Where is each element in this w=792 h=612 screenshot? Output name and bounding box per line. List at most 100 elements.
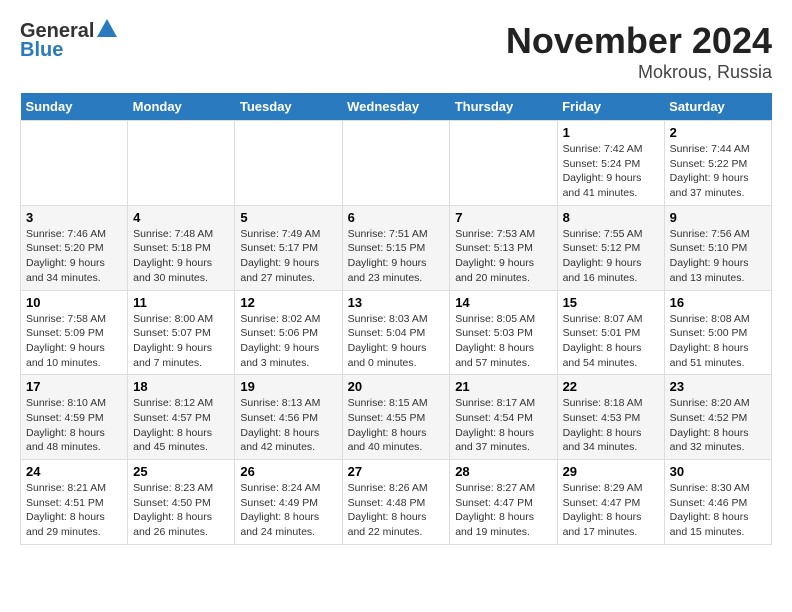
- day-info: Sunrise: 8:13 AM Sunset: 4:56 PM Dayligh…: [240, 397, 320, 453]
- day-number: 22: [563, 379, 659, 394]
- calendar-week-row: 3Sunrise: 7:46 AM Sunset: 5:20 PM Daylig…: [21, 205, 772, 290]
- day-info: Sunrise: 8:21 AM Sunset: 4:51 PM Dayligh…: [26, 482, 106, 538]
- day-info: Sunrise: 8:30 AM Sunset: 4:46 PM Dayligh…: [670, 482, 750, 538]
- calendar-cell: 19Sunrise: 8:13 AM Sunset: 4:56 PM Dayli…: [235, 375, 342, 460]
- day-number: 21: [455, 379, 551, 394]
- calendar-table: Sunday Monday Tuesday Wednesday Thursday…: [20, 93, 772, 545]
- day-info: Sunrise: 8:12 AM Sunset: 4:57 PM Dayligh…: [133, 397, 213, 453]
- day-info: Sunrise: 7:53 AM Sunset: 5:13 PM Dayligh…: [455, 228, 535, 284]
- day-info: Sunrise: 7:51 AM Sunset: 5:15 PM Dayligh…: [348, 228, 428, 284]
- day-info: Sunrise: 7:46 AM Sunset: 5:20 PM Dayligh…: [26, 228, 106, 284]
- day-number: 9: [670, 210, 766, 225]
- calendar-cell: [235, 121, 342, 206]
- calendar-cell: 28 Sunrise: 8:27 AM Sunset: 4:47 PM Dayli…: [450, 460, 557, 545]
- calendar-cell: 10 Sunrise: 7:58 AM Sunset: 5:09 PM Dayli…: [21, 290, 128, 375]
- logo-blue: Blue: [20, 39, 63, 62]
- calendar-cell: 24 Sunrise: 8:21 AM Sunset: 4:51 PM Dayli…: [21, 460, 128, 545]
- calendar-cell: 9 Sunrise: 7:56 AM Sunset: 5:10 PM Daylig…: [664, 205, 771, 290]
- page-header: General Blue November 2024 Mokrous, Russ…: [20, 20, 772, 83]
- calendar-cell: [342, 121, 450, 206]
- calendar-cell: 4Sunrise: 7:48 AM Sunset: 5:18 PM Daylig…: [128, 205, 235, 290]
- calendar-cell: 20 Sunrise: 8:15 AM Sunset: 4:55 PM Dayli…: [342, 375, 450, 460]
- header-tuesday: Tuesday: [235, 93, 342, 121]
- day-info: Sunrise: 8:15 AM Sunset: 4:55 PM Dayligh…: [348, 397, 428, 453]
- day-info: Sunrise: 8:02 AM Sunset: 5:06 PM Dayligh…: [240, 313, 320, 369]
- day-info: Sunrise: 7:48 AM Sunset: 5:18 PM Dayligh…: [133, 228, 213, 284]
- day-number: 13: [348, 295, 445, 310]
- day-info: Sunrise: 8:18 AM Sunset: 4:53 PM Dayligh…: [563, 397, 643, 453]
- day-info: Sunrise: 7:56 AM Sunset: 5:10 PM Dayligh…: [670, 228, 750, 284]
- page-title: November 2024: [506, 20, 772, 62]
- calendar-cell: 8 Sunrise: 7:55 AM Sunset: 5:12 PM Daylig…: [557, 205, 664, 290]
- day-info: Sunrise: 8:27 AM Sunset: 4:47 PM Dayligh…: [455, 482, 535, 538]
- calendar-cell: 22 Sunrise: 8:18 AM Sunset: 4:53 PM Dayli…: [557, 375, 664, 460]
- header-friday: Friday: [557, 93, 664, 121]
- day-number: 5: [240, 210, 336, 225]
- calendar-cell: 18 Sunrise: 8:12 AM Sunset: 4:57 PM Dayli…: [128, 375, 235, 460]
- day-info: Sunrise: 8:26 AM Sunset: 4:48 PM Dayligh…: [348, 482, 428, 538]
- day-info: Sunrise: 7:44 AM Sunset: 5:22 PM Dayligh…: [670, 143, 750, 199]
- day-number: 2: [670, 125, 766, 140]
- calendar-cell: 29 Sunrise: 8:29 AM Sunset: 4:47 PM Dayli…: [557, 460, 664, 545]
- day-number: 10: [26, 295, 122, 310]
- logo-triangle: [97, 19, 117, 37]
- calendar-cell: 15 Sunrise: 8:07 AM Sunset: 5:01 PM Dayli…: [557, 290, 664, 375]
- day-number: 28: [455, 464, 551, 479]
- day-info: Sunrise: 8:00 AM Sunset: 5:07 PM Dayligh…: [133, 313, 213, 369]
- calendar-cell: 30Sunrise: 8:30 AM Sunset: 4:46 PM Dayli…: [664, 460, 771, 545]
- day-info: Sunrise: 8:24 AM Sunset: 4:49 PM Dayligh…: [240, 482, 320, 538]
- day-number: 20: [348, 379, 445, 394]
- calendar-week-row: 17 Sunrise: 8:10 AM Sunset: 4:59 PM Dayli…: [21, 375, 772, 460]
- calendar-cell: 13 Sunrise: 8:03 AM Sunset: 5:04 PM Dayli…: [342, 290, 450, 375]
- day-number: 15: [563, 295, 659, 310]
- calendar-week-row: 1 Sunrise: 7:42 AM Sunset: 5:24 PM Daylig…: [21, 121, 772, 206]
- day-number: 24: [26, 464, 122, 479]
- day-info: Sunrise: 8:29 AM Sunset: 4:47 PM Dayligh…: [563, 482, 643, 538]
- weekday-header-row: Sunday Monday Tuesday Wednesday Thursday…: [21, 93, 772, 121]
- day-info: Sunrise: 8:07 AM Sunset: 5:01 PM Dayligh…: [563, 313, 643, 369]
- day-info: Sunrise: 8:10 AM Sunset: 4:59 PM Dayligh…: [26, 397, 106, 453]
- calendar-cell: 3Sunrise: 7:46 AM Sunset: 5:20 PM Daylig…: [21, 205, 128, 290]
- day-number: 11: [133, 295, 229, 310]
- calendar-week-row: 24 Sunrise: 8:21 AM Sunset: 4:51 PM Dayli…: [21, 460, 772, 545]
- day-number: 16: [670, 295, 766, 310]
- header-saturday: Saturday: [664, 93, 771, 121]
- day-number: 6: [348, 210, 445, 225]
- header-sunday: Sunday: [21, 93, 128, 121]
- day-info: Sunrise: 8:08 AM Sunset: 5:00 PM Dayligh…: [670, 313, 750, 369]
- day-number: 14: [455, 295, 551, 310]
- day-info: Sunrise: 7:42 AM Sunset: 5:24 PM Dayligh…: [563, 143, 643, 199]
- calendar-cell: 7 Sunrise: 7:53 AM Sunset: 5:13 PM Daylig…: [450, 205, 557, 290]
- calendar-cell: 23Sunrise: 8:20 AM Sunset: 4:52 PM Dayli…: [664, 375, 771, 460]
- day-info: Sunrise: 7:55 AM Sunset: 5:12 PM Dayligh…: [563, 228, 643, 284]
- day-number: 8: [563, 210, 659, 225]
- calendar-cell: 16 Sunrise: 8:08 AM Sunset: 5:00 PM Dayli…: [664, 290, 771, 375]
- calendar-cell: [21, 121, 128, 206]
- header-thursday: Thursday: [450, 93, 557, 121]
- calendar-cell: 5 Sunrise: 7:49 AM Sunset: 5:17 PM Daylig…: [235, 205, 342, 290]
- calendar-cell: [128, 121, 235, 206]
- day-number: 1: [563, 125, 659, 140]
- day-number: 23: [670, 379, 766, 394]
- page-subtitle: Mokrous, Russia: [506, 62, 772, 83]
- day-number: 29: [563, 464, 659, 479]
- day-info: Sunrise: 8:23 AM Sunset: 4:50 PM Dayligh…: [133, 482, 213, 538]
- calendar-cell: 12 Sunrise: 8:02 AM Sunset: 5:06 PM Dayli…: [235, 290, 342, 375]
- day-info: Sunrise: 8:17 AM Sunset: 4:54 PM Dayligh…: [455, 397, 535, 453]
- day-number: 12: [240, 295, 336, 310]
- calendar-cell: 2 Sunrise: 7:44 AM Sunset: 5:22 PM Daylig…: [664, 121, 771, 206]
- day-number: 26: [240, 464, 336, 479]
- day-info: Sunrise: 8:03 AM Sunset: 5:04 PM Dayligh…: [348, 313, 428, 369]
- calendar-cell: 21 Sunrise: 8:17 AM Sunset: 4:54 PM Dayli…: [450, 375, 557, 460]
- header-wednesday: Wednesday: [342, 93, 450, 121]
- day-info: Sunrise: 7:58 AM Sunset: 5:09 PM Dayligh…: [26, 313, 106, 369]
- calendar-cell: 6 Sunrise: 7:51 AM Sunset: 5:15 PM Daylig…: [342, 205, 450, 290]
- day-number: 18: [133, 379, 229, 394]
- calendar-cell: 1 Sunrise: 7:42 AM Sunset: 5:24 PM Daylig…: [557, 121, 664, 206]
- calendar-cell: 26 Sunrise: 8:24 AM Sunset: 4:49 PM Dayli…: [235, 460, 342, 545]
- day-number: 7: [455, 210, 551, 225]
- calendar-cell: 14Sunrise: 8:05 AM Sunset: 5:03 PM Dayli…: [450, 290, 557, 375]
- day-info: Sunrise: 7:49 AM Sunset: 5:17 PM Dayligh…: [240, 228, 320, 284]
- day-number: 25: [133, 464, 229, 479]
- day-number: 17: [26, 379, 122, 394]
